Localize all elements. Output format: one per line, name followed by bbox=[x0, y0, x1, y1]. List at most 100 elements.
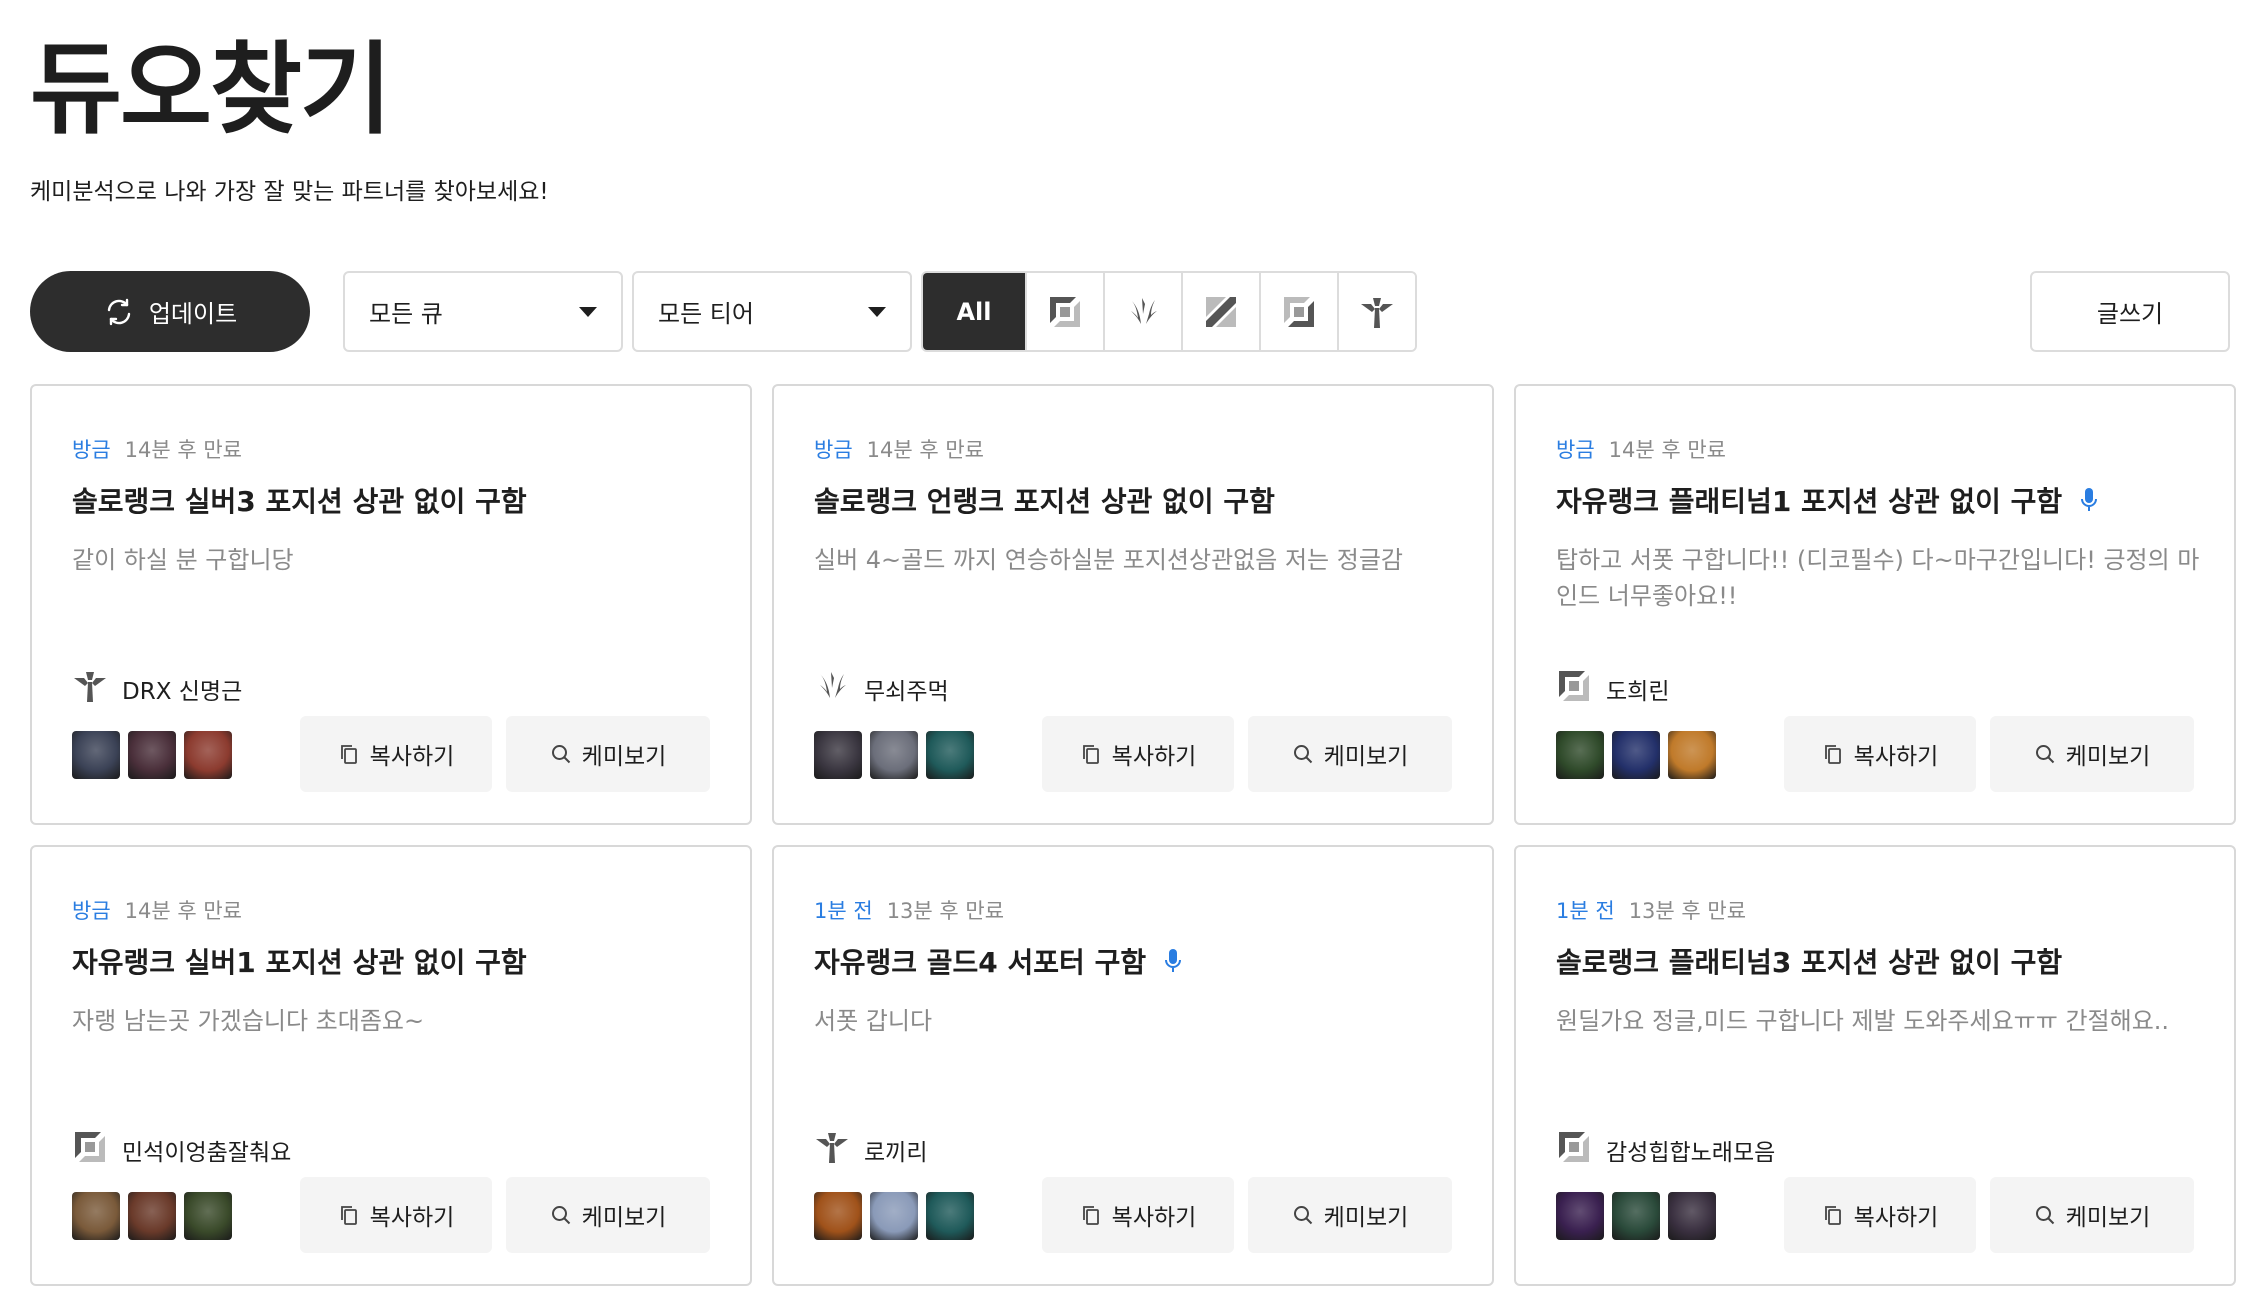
summoner-name: 민석이엉춤잘춰요 bbox=[122, 1140, 292, 1166]
queue-select-value: 모든 큐 bbox=[369, 300, 443, 328]
user-position bbox=[1556, 1129, 1592, 1171]
copy-button[interactable]: 복사하기 bbox=[300, 1177, 492, 1253]
support-icon bbox=[1361, 297, 1393, 328]
card-title: 자유랭크 골드4 서포터 구함 bbox=[814, 941, 1182, 981]
top-lane-icon bbox=[1559, 1132, 1589, 1162]
posted-time: 1분 전 bbox=[814, 899, 873, 923]
position-support-button[interactable] bbox=[1337, 273, 1415, 350]
card-title-text: 자유랭크 플래티넘1 포지션 상관 없이 구함 bbox=[1556, 485, 2063, 518]
position-jungle-button[interactable] bbox=[1103, 273, 1181, 350]
mic-icon bbox=[1165, 949, 1182, 972]
position-bottom-button[interactable] bbox=[1259, 273, 1337, 350]
card-description: 원딜가요 정글,미드 구합니다 제발 도와주세요ㅠㅠ 간절해요.. bbox=[1556, 1007, 2170, 1035]
posted-time: 방금 bbox=[72, 899, 111, 923]
jungle-icon bbox=[820, 672, 846, 698]
copy-button[interactable]: 복사하기 bbox=[1042, 1177, 1234, 1253]
user-position bbox=[814, 668, 850, 710]
summoner-name: DRX 신명근 bbox=[122, 679, 243, 705]
champion-list bbox=[814, 1192, 974, 1240]
card-title-text: 솔로랭크 언랭크 포지션 상관 없이 구함 bbox=[814, 485, 1275, 518]
champion-icon bbox=[184, 1192, 232, 1240]
user-position bbox=[72, 1129, 108, 1171]
copy-icon bbox=[1824, 745, 1841, 764]
chemistry-label: 케미보기 bbox=[1323, 1205, 1409, 1231]
user-position bbox=[814, 1129, 850, 1171]
card-description: 실버 4~골드 까지 연승하실분 포지션상관없음 저는 정글감 bbox=[814, 546, 1403, 574]
card-meta: 방금 14분 후 만료 bbox=[72, 434, 242, 464]
copy-button[interactable]: 복사하기 bbox=[1784, 1177, 1976, 1253]
chemistry-label: 케미보기 bbox=[1323, 744, 1409, 770]
champion-icon bbox=[128, 1192, 176, 1240]
champion-icon bbox=[128, 731, 176, 779]
chevron-down-icon bbox=[868, 306, 886, 317]
chemistry-button[interactable]: 케미보기 bbox=[1248, 1177, 1452, 1253]
card-user[interactable]: 민석이엉춤잘춰요 bbox=[72, 1129, 291, 1171]
posted-time: 방금 bbox=[72, 438, 111, 462]
mic-icon bbox=[2081, 488, 2098, 511]
user-position bbox=[1556, 668, 1592, 710]
search-icon bbox=[1293, 1206, 1312, 1225]
champion-list bbox=[1556, 731, 1716, 779]
copy-button[interactable]: 복사하기 bbox=[300, 716, 492, 792]
tier-select[interactable]: 모든 티어 bbox=[632, 271, 912, 352]
jungle-icon bbox=[1131, 297, 1157, 324]
queue-select[interactable]: 모든 큐 bbox=[343, 271, 623, 352]
champion-icon bbox=[1556, 731, 1604, 779]
card-meta: 1분 전 13분 후 만료 bbox=[1556, 895, 1746, 925]
champion-icon bbox=[814, 731, 862, 779]
position-top-button[interactable] bbox=[1025, 273, 1103, 350]
duo-card: 1분 전 13분 후 만료 솔로랭크 플래티넘3 포지션 상관 없이 구함 원딜… bbox=[1514, 845, 2236, 1286]
card-user[interactable]: 감성힙합노래모음 bbox=[1556, 1129, 1775, 1171]
mid-lane-icon bbox=[1206, 296, 1236, 327]
tier-select-value: 모든 티어 bbox=[658, 300, 754, 328]
copy-button[interactable]: 복사하기 bbox=[1784, 716, 1976, 792]
duo-card: 방금 14분 후 만료 자유랭크 실버1 포지션 상관 없이 구함 자랭 남는곳… bbox=[30, 845, 752, 1286]
chemistry-label: 케미보기 bbox=[581, 744, 667, 770]
card-title-text: 자유랭크 실버1 포지션 상관 없이 구함 bbox=[72, 946, 527, 979]
card-meta: 방금 14분 후 만료 bbox=[72, 895, 242, 925]
card-description: 서폿 갑니다 bbox=[814, 1007, 933, 1035]
expire-time: 14분 후 만료 bbox=[866, 438, 984, 462]
chemistry-label: 케미보기 bbox=[2065, 1205, 2151, 1231]
search-icon bbox=[1293, 745, 1312, 764]
search-icon bbox=[2035, 1206, 2054, 1225]
write-post-button[interactable]: 글쓰기 bbox=[2030, 271, 2230, 352]
expire-time: 14분 후 만료 bbox=[124, 899, 242, 923]
position-all-label: All bbox=[956, 297, 992, 326]
refresh-icon bbox=[107, 298, 131, 325]
search-icon bbox=[2035, 745, 2054, 764]
expire-time: 14분 후 만료 bbox=[124, 438, 242, 462]
champion-icon bbox=[814, 1192, 862, 1240]
champion-icon bbox=[1556, 1192, 1604, 1240]
posted-time: 1분 전 bbox=[1556, 899, 1615, 923]
chemistry-label: 케미보기 bbox=[581, 1205, 667, 1231]
support-icon bbox=[74, 672, 106, 702]
card-description: 자랭 남는곳 가겠습니다 초대좀요~ bbox=[72, 1007, 425, 1035]
card-title: 자유랭크 실버1 포지션 상관 없이 구함 bbox=[72, 941, 527, 981]
champion-icon bbox=[184, 731, 232, 779]
card-user[interactable]: DRX 신명근 bbox=[72, 668, 242, 710]
card-user[interactable]: 무쇠주먹 bbox=[814, 668, 949, 710]
chemistry-button[interactable]: 케미보기 bbox=[506, 1177, 710, 1253]
update-button[interactable]: 업데이트 bbox=[30, 271, 310, 352]
chemistry-button[interactable]: 케미보기 bbox=[1248, 716, 1452, 792]
champion-icon bbox=[870, 731, 918, 779]
posted-time: 방금 bbox=[814, 438, 853, 462]
copy-icon bbox=[340, 1206, 357, 1225]
chemistry-button[interactable]: 케미보기 bbox=[1990, 716, 2194, 792]
update-label: 업데이트 bbox=[148, 300, 238, 328]
position-all-button[interactable]: All bbox=[923, 273, 1025, 350]
bottom-lane-icon bbox=[1284, 296, 1314, 327]
position-mid-button[interactable] bbox=[1181, 273, 1259, 350]
position-filter: All bbox=[921, 271, 1417, 352]
card-user[interactable]: 로끼리 bbox=[814, 1129, 927, 1171]
champion-icon bbox=[72, 1192, 120, 1240]
champion-icon bbox=[870, 1192, 918, 1240]
duo-card: 방금 14분 후 만료 자유랭크 플래티넘1 포지션 상관 없이 구함 탑하고 … bbox=[1514, 384, 2236, 825]
chemistry-button[interactable]: 케미보기 bbox=[506, 716, 710, 792]
card-user[interactable]: 도희린 bbox=[1556, 668, 1669, 710]
chemistry-button[interactable]: 케미보기 bbox=[1990, 1177, 2194, 1253]
duo-card: 방금 14분 후 만료 솔로랭크 언랭크 포지션 상관 없이 구함 실버 4~골… bbox=[772, 384, 1494, 825]
copy-button[interactable]: 복사하기 bbox=[1042, 716, 1234, 792]
card-title-text: 솔로랭크 실버3 포지션 상관 없이 구함 bbox=[72, 485, 527, 518]
